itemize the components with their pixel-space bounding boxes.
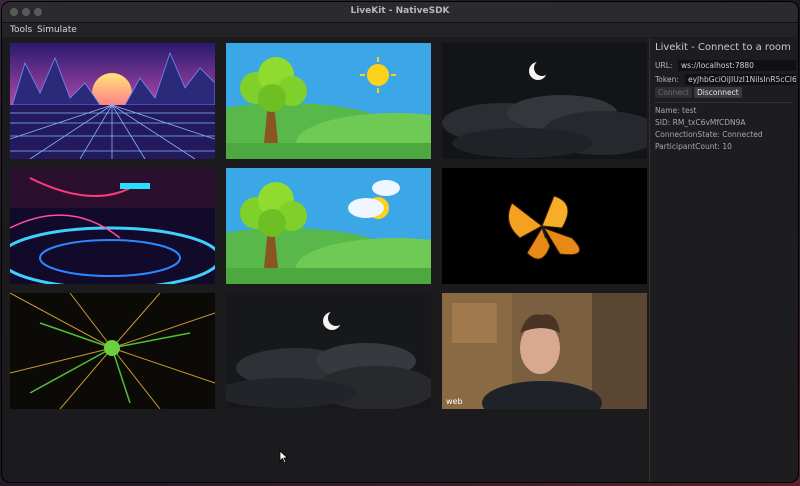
room-name: Name: test bbox=[655, 106, 697, 115]
cartoon-tree-video[interactable] bbox=[226, 43, 431, 159]
desktop-background: LiveKit - NativeSDK Tools Simulate web L… bbox=[0, 0, 800, 486]
url-input[interactable]: ws://localhost:7880 bbox=[678, 60, 796, 71]
participant-label: web bbox=[446, 397, 463, 406]
window-title: LiveKit - NativeSDK bbox=[350, 6, 450, 16]
connect-button[interactable]: Connect bbox=[655, 87, 693, 98]
neon-lights-video[interactable] bbox=[10, 168, 215, 284]
night-moon-video[interactable] bbox=[442, 43, 647, 159]
synthwave-video[interactable] bbox=[10, 43, 215, 159]
night-moon-video-2[interactable] bbox=[226, 293, 431, 409]
room-sid: SID: RM_txC6vMfCDN9A bbox=[655, 118, 746, 127]
app-window: LiveKit - NativeSDK Tools Simulate web L… bbox=[2, 2, 798, 482]
webcam-video[interactable]: web bbox=[442, 293, 647, 409]
connect-panel: Livekit - Connect to a room URL: ws://lo… bbox=[649, 38, 798, 482]
title-bar: LiveKit - NativeSDK bbox=[2, 2, 798, 23]
panel-title: Livekit - Connect to a room bbox=[655, 42, 791, 53]
url-label: URL: bbox=[655, 61, 673, 70]
menu-tools[interactable]: Tools bbox=[10, 25, 32, 35]
participant-count: ParticipantCount: 10 bbox=[655, 142, 732, 151]
connection-state: ConnectionState: Connected bbox=[655, 130, 763, 139]
divider bbox=[655, 102, 793, 103]
mouse-cursor-icon bbox=[279, 450, 289, 464]
menu-simulate[interactable]: Simulate bbox=[37, 25, 77, 35]
menu-bar: Tools Simulate bbox=[2, 23, 798, 37]
tunnel-video[interactable] bbox=[10, 293, 215, 409]
disconnect-button[interactable]: Disconnect bbox=[694, 87, 742, 98]
cartoon-tree-video-2[interactable] bbox=[226, 168, 431, 284]
token-input[interactable]: eyJhbGciOiJIUzI1NiIsInR5cCI6 bbox=[685, 74, 796, 85]
token-label: Token: bbox=[655, 75, 679, 84]
butterfly-video[interactable] bbox=[442, 168, 647, 284]
